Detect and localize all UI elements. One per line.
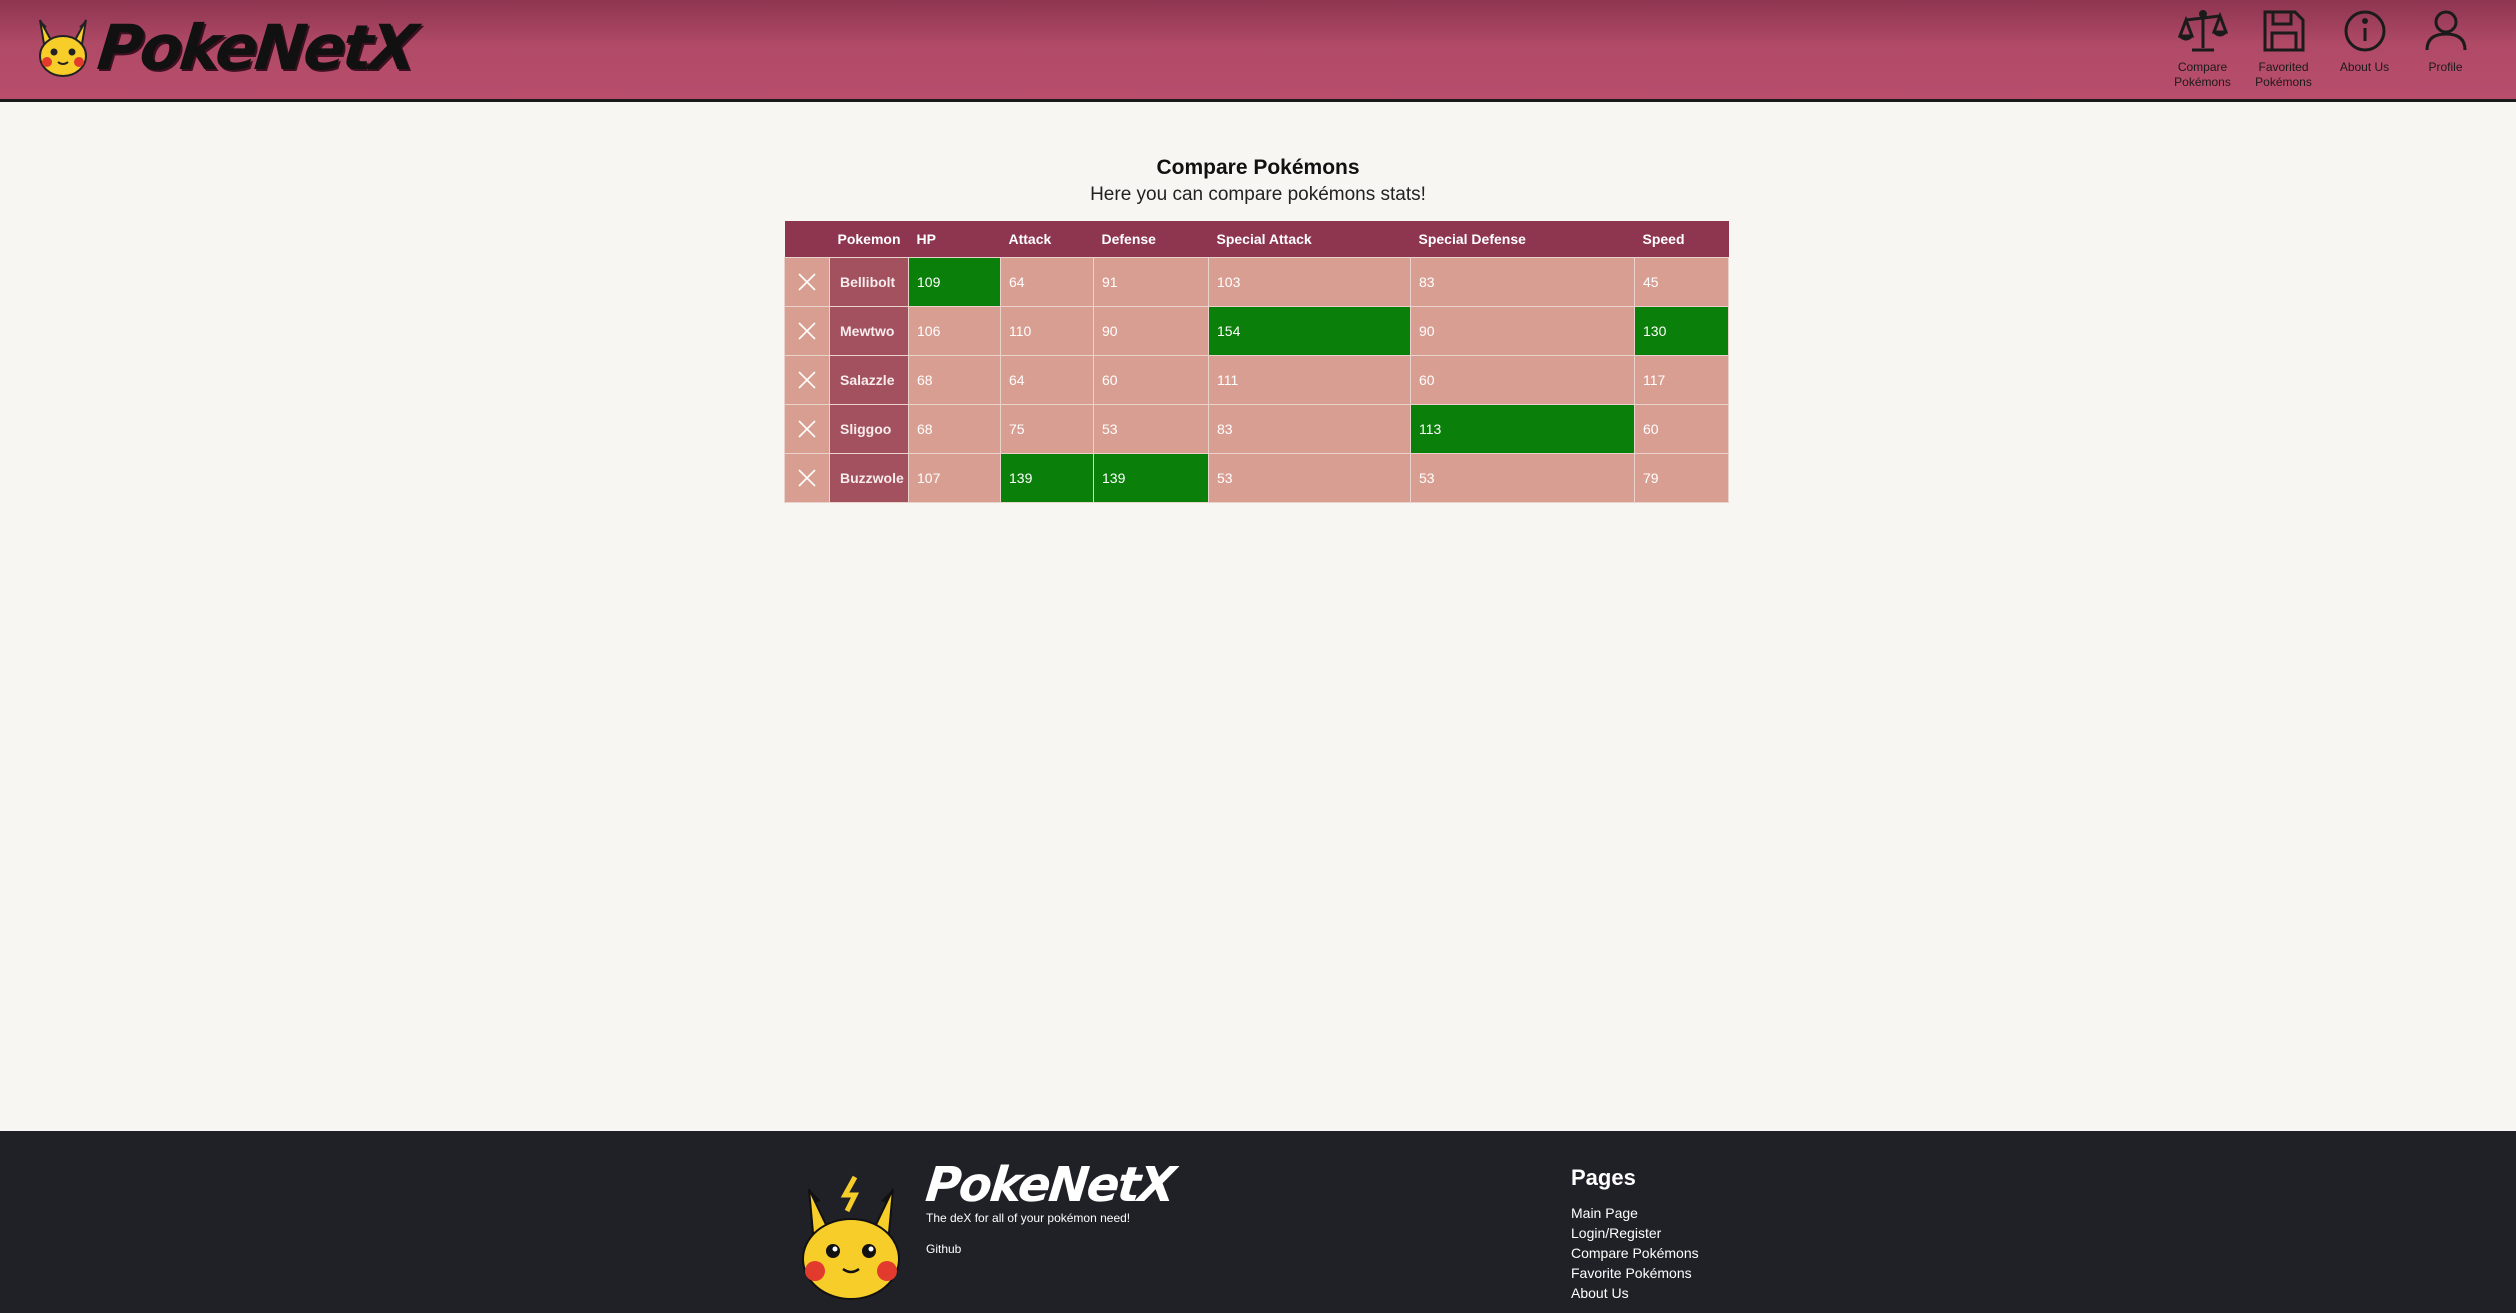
stat-cell-attack: 110 — [1000, 306, 1094, 356]
pokemon-name-cell[interactable]: Salazzle — [829, 355, 909, 405]
stat-cell-special-attack: 154 — [1208, 306, 1411, 356]
stat-cell-special-defense: 60 — [1410, 355, 1635, 405]
stat-cell-special-defense: 113 — [1410, 404, 1635, 454]
stat-cell-speed: 79 — [1634, 453, 1729, 503]
top-header: PokeNetX Compare Pokémons Favorited Poké… — [0, 0, 2516, 102]
footer-pages-title: Pages — [1571, 1165, 1636, 1190]
title-block: Compare Pokémons Here you can compare po… — [0, 154, 2516, 208]
nav-about-label: About Us — [2339, 60, 2390, 74]
footer-link-favorite-pokemons[interactable]: Favorite Pokémons — [1571, 1263, 1699, 1283]
footer: PokeNetX The deX for all of your pokémon… — [0, 1131, 2516, 1313]
stat-cell-special-attack: 83 — [1208, 404, 1411, 454]
nav-profile[interactable]: Profile — [2405, 6, 2486, 90]
stat-cell-attack: 64 — [1000, 355, 1094, 405]
nav-favorited-label: Favorited Pokémons — [2255, 60, 2312, 89]
stat-cell-speed: 117 — [1634, 355, 1729, 405]
nav-favorited-pokemons[interactable]: Favorited Pokémons — [2243, 6, 2324, 90]
close-icon — [798, 469, 816, 487]
close-icon — [798, 273, 816, 291]
footer-link-compare-pokemons[interactable]: Compare Pokémons — [1571, 1243, 1699, 1263]
nav-compare-label: Compare Pokémons — [2174, 60, 2231, 89]
stat-cell-hp: 68 — [908, 404, 1001, 454]
column-header — [784, 221, 830, 258]
pikachu-footer-icon — [802, 1175, 900, 1300]
stat-cell-special-defense: 53 — [1410, 453, 1635, 503]
compare-table: Pokemon HP Attack Defense Special Attack… — [784, 221, 1729, 503]
stat-cell-special-attack: 111 — [1208, 355, 1411, 405]
floppy-disk-icon — [2263, 10, 2304, 52]
stat-cell-speed: 60 — [1634, 404, 1729, 454]
page-title: Compare Pokémons — [1156, 156, 1360, 179]
footer-tagline: The deX for all of your pokémon need! — [926, 1211, 1131, 1225]
table-row: Salazzle 68 64 60 111 60 117 — [784, 355, 1729, 405]
table-row: Mewtwo 106 110 90 154 90 130 — [784, 306, 1729, 356]
stat-cell-speed: 130 — [1634, 306, 1729, 356]
column-header-pokemon[interactable]: Pokemon — [829, 221, 909, 258]
stat-cell-special-defense: 90 — [1410, 306, 1635, 356]
footer-logo-text: PokeNetX — [923, 1157, 1177, 1213]
stat-cell-hp: 68 — [908, 355, 1001, 405]
table-row: Sliggoo 68 75 53 83 113 60 — [784, 404, 1729, 454]
user-icon — [2425, 10, 2466, 51]
remove-pokemon-button[interactable] — [784, 404, 830, 454]
column-header-special-attack[interactable]: Special Attack — [1208, 221, 1411, 258]
stat-cell-attack: 75 — [1000, 404, 1094, 454]
footer-link-main-page[interactable]: Main Page — [1571, 1203, 1699, 1223]
close-icon — [798, 420, 816, 438]
remove-pokemon-button[interactable] — [784, 306, 830, 356]
stat-cell-hp: 106 — [908, 306, 1001, 356]
remove-pokemon-button[interactable] — [784, 453, 830, 503]
info-icon — [2344, 10, 2385, 52]
table-row: Bellibolt 109 64 91 103 83 45 — [784, 257, 1729, 307]
stat-cell-defense: 60 — [1093, 355, 1209, 405]
nav-profile-label: Profile — [2428, 60, 2463, 74]
remove-pokemon-button[interactable] — [784, 355, 830, 405]
pokemon-name-cell[interactable]: Buzzwole — [829, 453, 909, 503]
footer-link-about-us[interactable]: About Us — [1571, 1283, 1699, 1303]
stat-cell-defense: 90 — [1093, 306, 1209, 356]
stat-cell-special-defense: 83 — [1410, 257, 1635, 307]
pokemon-name-cell[interactable]: Mewtwo — [829, 306, 909, 356]
footer-pages: Pages Main Page Login/Register Compare P… — [1571, 1165, 1699, 1303]
close-icon — [798, 371, 816, 389]
stat-cell-special-attack: 103 — [1208, 257, 1411, 307]
footer-link-login-register[interactable]: Login/Register — [1571, 1223, 1699, 1243]
page-subtitle: Here you can compare pokémons stats! — [1090, 184, 1426, 205]
stat-cell-defense: 91 — [1093, 257, 1209, 307]
stat-cell-special-attack: 53 — [1208, 453, 1411, 503]
pokemon-name-cell[interactable]: Bellibolt — [829, 257, 909, 307]
remove-pokemon-button[interactable] — [784, 257, 830, 307]
logo-text: PokeNetX — [94, 10, 419, 84]
logo[interactable]: PokeNetX — [34, 10, 419, 84]
stat-cell-attack: 139 — [1000, 453, 1094, 503]
pikachu-logo-icon — [39, 19, 87, 77]
column-header-speed[interactable]: Speed — [1634, 221, 1729, 258]
close-icon — [798, 322, 816, 340]
nav-compare-pokemons[interactable]: Compare Pokémons — [2162, 6, 2243, 90]
stat-cell-speed: 45 — [1634, 257, 1729, 307]
nav-about-us[interactable]: About Us — [2324, 6, 2405, 90]
stat-cell-defense: 139 — [1093, 453, 1209, 503]
stat-cell-hp: 107 — [908, 453, 1001, 503]
stat-cell-defense: 53 — [1093, 404, 1209, 454]
stat-cell-attack: 64 — [1000, 257, 1094, 307]
scale-icon — [2177, 10, 2228, 52]
column-header-attack[interactable]: Attack — [1000, 221, 1094, 258]
table-row: Buzzwole 107 139 139 53 53 79 — [784, 453, 1729, 503]
stat-cell-hp: 109 — [908, 257, 1001, 307]
column-header-hp[interactable]: HP — [908, 221, 1001, 258]
column-header-defense[interactable]: Defense — [1093, 221, 1209, 258]
pokemon-name-cell[interactable]: Sliggoo — [829, 404, 909, 454]
column-header-special-defense[interactable]: Special Defense — [1410, 221, 1635, 258]
main-nav: Compare Pokémons Favorited Pokémons Abou… — [2162, 6, 2486, 90]
footer-github-link[interactable]: Github — [926, 1242, 961, 1256]
table-header-row: Pokemon HP Attack Defense Special Attack… — [784, 221, 1729, 258]
